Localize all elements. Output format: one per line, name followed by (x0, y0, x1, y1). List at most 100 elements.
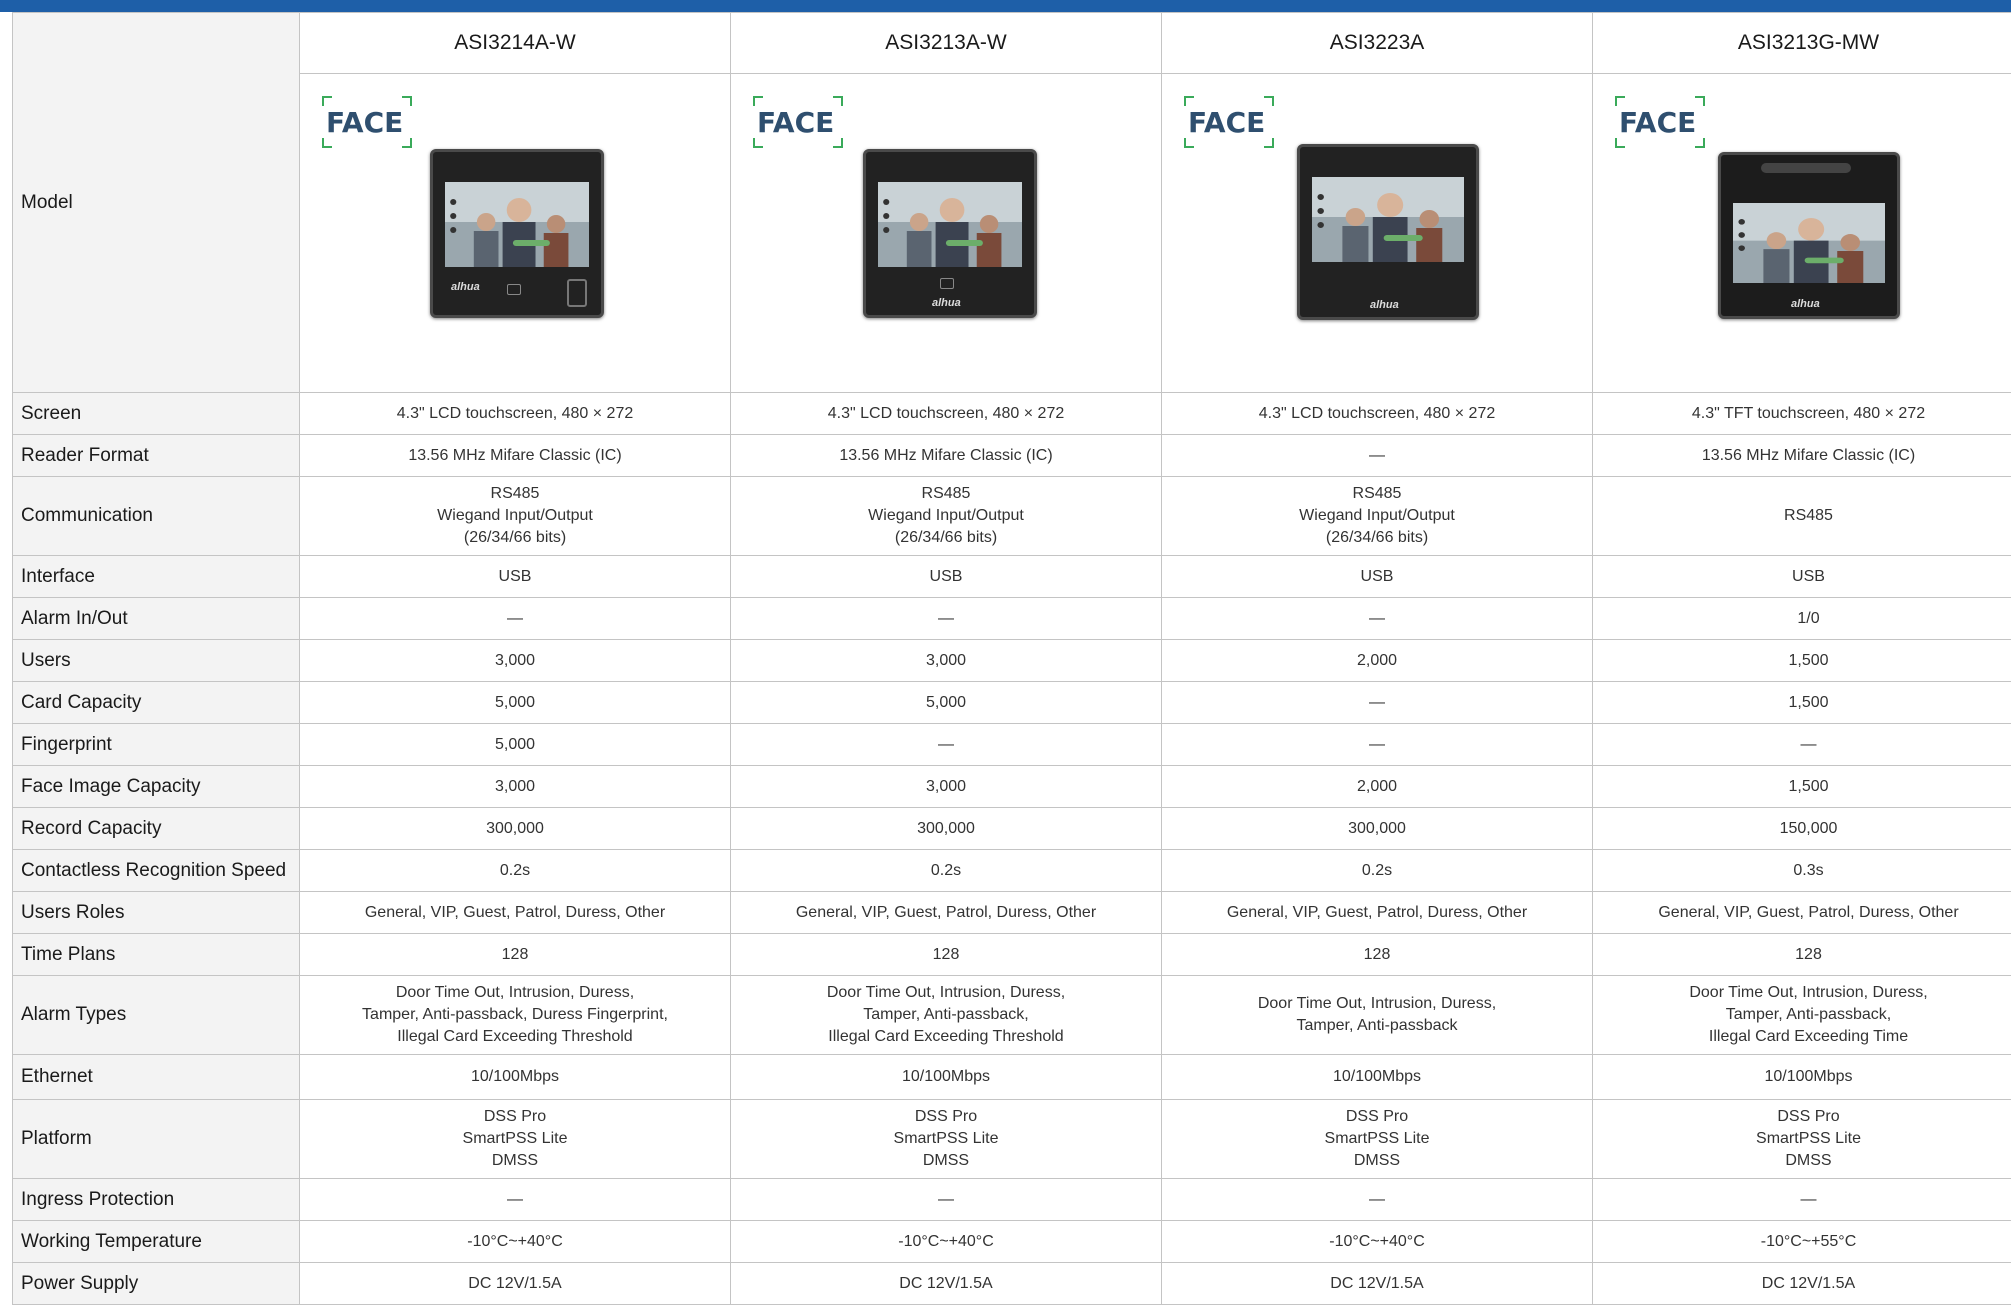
spec-value-line: Illegal Card Exceeding Threshold (300, 1026, 730, 1048)
spec-value: 13.56 MHz Mifare Classic (IC) (1593, 435, 2011, 477)
spec-value: RS485Wiegand Input/Output(26/34/66 bits) (300, 477, 731, 556)
logo-bracket (1615, 138, 1625, 148)
spec-value: DSS ProSmartPSS LiteDMSS (1162, 1100, 1593, 1179)
logo-bracket (1184, 138, 1194, 148)
spec-row: Fingerprint5,000——— (13, 724, 2011, 766)
spec-value-line: 4.3" LCD touchscreen, 480 × 272 (1162, 403, 1592, 425)
spec-row: Ethernet10/100Mbps10/100Mbps10/100Mbps10… (13, 1055, 2011, 1100)
spec-value: 128 (300, 934, 731, 976)
spec-value-line: 3,000 (300, 650, 730, 672)
spec-value-line: 1,500 (1593, 650, 2011, 672)
spec-row: Face Image Capacity3,0003,0002,0001,500 (13, 766, 2011, 808)
spec-value-line: SmartPSS Lite (300, 1128, 730, 1150)
spec-value-line: USB (1593, 566, 2011, 588)
spec-value: — (1593, 1179, 2011, 1221)
spec-value: 0.2s (300, 850, 731, 892)
spec-value-line: RS485 (300, 483, 730, 505)
spec-row: Reader Format13.56 MHz Mifare Classic (I… (13, 435, 2011, 477)
row-label: Time Plans (13, 934, 300, 976)
spec-value-line: Door Time Out, Intrusion, Duress, (300, 982, 730, 1004)
spec-value: 5,000 (300, 724, 731, 766)
spec-value-line: 10/100Mbps (731, 1066, 1161, 1088)
spec-value-line: DSS Pro (731, 1106, 1161, 1128)
face-terminal-device: alhua (1297, 144, 1479, 320)
spec-value: — (1162, 1179, 1593, 1221)
spec-value: DC 12V/1.5A (300, 1263, 731, 1305)
spec-row: Users RolesGeneral, VIP, Guest, Patrol, … (13, 892, 2011, 934)
logo-bracket (1264, 96, 1274, 106)
header-bar (0, 0, 2011, 12)
row-label: Contactless Recognition Speed (13, 850, 300, 892)
spec-value-line: DC 12V/1.5A (1162, 1273, 1592, 1295)
spec-value: DC 12V/1.5A (1162, 1263, 1593, 1305)
spec-value-line: -10°C~+40°C (1162, 1231, 1592, 1253)
logo-bracket (1695, 138, 1705, 148)
spec-value: -10°C~+40°C (731, 1221, 1162, 1263)
spec-value: RS485 (1593, 477, 2011, 556)
spec-row: Ingress Protection———— (13, 1179, 2011, 1221)
spec-value-line: -10°C~+40°C (731, 1231, 1161, 1253)
spec-value-line: 128 (1593, 944, 2011, 966)
spec-value: RS485Wiegand Input/Output(26/34/66 bits) (1162, 477, 1593, 556)
spec-value: 2,000 (1162, 766, 1593, 808)
spec-value-line: 128 (731, 944, 1161, 966)
spec-value: General, VIP, Guest, Patrol, Duress, Oth… (731, 892, 1162, 934)
spec-value-line: 300,000 (300, 818, 730, 840)
logo-text: FACE (1619, 106, 1696, 139)
spec-row: Card Capacity5,0005,000—1,500 (13, 682, 2011, 724)
spec-value-line: USB (731, 566, 1161, 588)
spec-value: 1,500 (1593, 640, 2011, 682)
spec-value-line: SmartPSS Lite (1593, 1128, 2011, 1150)
spec-value: 10/100Mbps (731, 1055, 1162, 1100)
camera-bar (1761, 163, 1851, 173)
logo-bracket (833, 138, 843, 148)
logo-bracket (833, 96, 843, 106)
spec-value-line: 150,000 (1593, 818, 2011, 840)
model-name-row: Model ASI3214A-W ASI3213A-W ASI3223A ASI… (13, 13, 2011, 74)
logo-bracket (753, 138, 763, 148)
spec-value-line: — (1593, 1189, 2011, 1211)
spec-value: USB (300, 556, 731, 598)
spec-row: InterfaceUSBUSBUSBUSB (13, 556, 2011, 598)
spec-value-line: — (731, 734, 1161, 756)
spec-value: 1,500 (1593, 766, 2011, 808)
row-label: Model (13, 13, 300, 393)
row-label: Communication (13, 477, 300, 556)
spec-value: — (1593, 724, 2011, 766)
spec-row: CommunicationRS485Wiegand Input/Output(2… (13, 477, 2011, 556)
model-name: ASI3213G-MW (1593, 13, 2011, 74)
spec-value-line: General, VIP, Guest, Patrol, Duress, Oth… (300, 902, 730, 924)
spec-value: Door Time Out, Intrusion, Duress,Tamper,… (1593, 976, 2011, 1055)
logo-text: FACE (326, 106, 403, 139)
spec-value: USB (1593, 556, 2011, 598)
spec-value-line: General, VIP, Guest, Patrol, Duress, Oth… (1162, 902, 1592, 924)
spec-value-line: 13.56 MHz Mifare Classic (IC) (1593, 445, 2011, 467)
spec-value: General, VIP, Guest, Patrol, Duress, Oth… (300, 892, 731, 934)
spec-value-line: Tamper, Anti-passback (1162, 1015, 1592, 1037)
spec-value-line: USB (1162, 566, 1592, 588)
spec-value: — (731, 1179, 1162, 1221)
spec-value: RS485Wiegand Input/Output(26/34/66 bits) (731, 477, 1162, 556)
row-label: Users Roles (13, 892, 300, 934)
spec-value-line: DSS Pro (1593, 1106, 2011, 1128)
row-label: Platform (13, 1100, 300, 1179)
spec-value-line: — (1593, 734, 2011, 756)
logo-bracket (1264, 138, 1274, 148)
spec-value: DC 12V/1.5A (1593, 1263, 2011, 1305)
spec-value: — (1162, 682, 1593, 724)
spec-value-line: General, VIP, Guest, Patrol, Duress, Oth… (1593, 902, 2011, 924)
spec-value-line: Tamper, Anti-passback, (1593, 1004, 2011, 1026)
spec-value-line: 1,500 (1593, 776, 2011, 798)
spec-value-line: 10/100Mbps (1593, 1066, 2011, 1088)
spec-value-line: (26/34/66 bits) (731, 527, 1161, 549)
spec-value-line: RS485 (731, 483, 1161, 505)
spec-value-line: 2,000 (1162, 650, 1592, 672)
spec-value: -10°C~+55°C (1593, 1221, 2011, 1263)
spec-value-line: 2,000 (1162, 776, 1592, 798)
spec-value: 4.3" LCD touchscreen, 480 × 272 (1162, 393, 1593, 435)
spec-value-line: DMSS (1162, 1150, 1592, 1172)
spec-value: 3,000 (300, 640, 731, 682)
spec-value: 3,000 (731, 640, 1162, 682)
spec-value-line: RS485 (1162, 483, 1592, 505)
row-label: Users (13, 640, 300, 682)
